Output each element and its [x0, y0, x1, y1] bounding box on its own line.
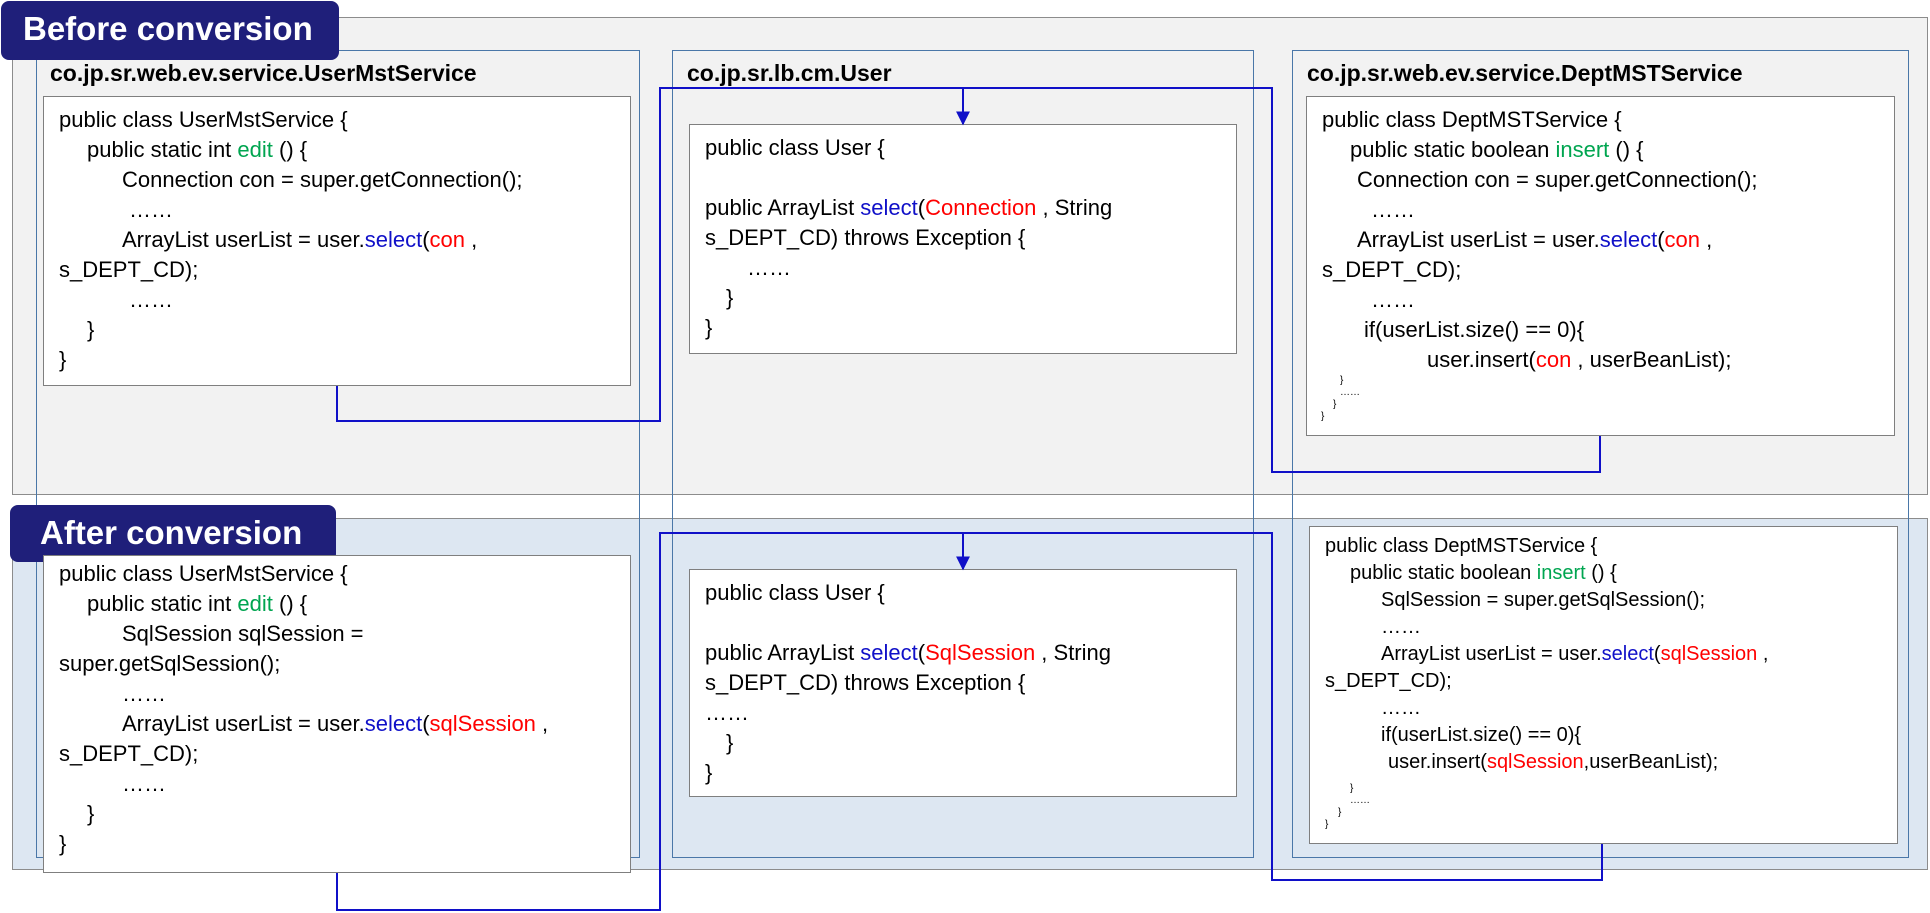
before-call-arrow: [336, 87, 970, 422]
before-dept-call-line: [963, 87, 1601, 473]
after-call-arrow: [336, 532, 970, 911]
after-dept-call-line: [963, 532, 1603, 881]
connector-arrows: [336, 87, 1603, 911]
